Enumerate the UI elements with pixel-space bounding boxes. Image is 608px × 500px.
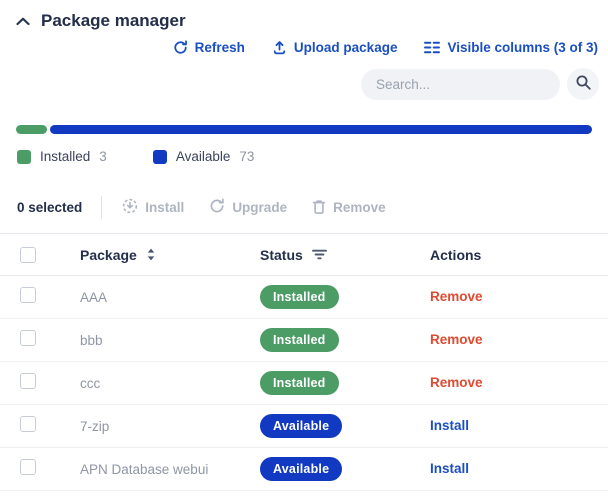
install-action-link[interactable]: Install [430, 418, 469, 433]
refresh-button[interactable]: Refresh [173, 40, 245, 55]
package-manager-panel: Package manager Refresh Upload package [0, 0, 608, 491]
refresh-icon [173, 40, 188, 55]
panel-header: Package manager [0, 0, 608, 31]
row-checkbox[interactable] [20, 373, 36, 389]
remove-action-link[interactable]: Remove [430, 332, 483, 347]
install-action-link[interactable]: Install [430, 461, 469, 476]
package-name: APN Database webui [80, 462, 260, 477]
columns-icon [424, 41, 440, 54]
column-header-package[interactable]: Package [80, 247, 260, 263]
search-field [361, 69, 560, 100]
toolbar: Refresh Upload package Visible columns (… [0, 31, 608, 55]
package-summary-bar [16, 125, 592, 134]
visible-columns-label: Visible columns (3 of 3) [447, 40, 598, 55]
bulk-remove-label: Remove [333, 200, 386, 215]
status-badge: Available [260, 414, 342, 438]
legend-label: Installed [40, 149, 90, 164]
bulk-upgrade-label: Upgrade [232, 200, 287, 215]
status-badge: Installed [260, 285, 339, 309]
table-row: bbb Installed Remove [0, 319, 608, 362]
legend-item-installed: Installed 3 [17, 149, 107, 164]
table-row: AAA Installed Remove [0, 276, 608, 319]
table-header-row: Package Status Actions [0, 233, 608, 276]
upload-package-button[interactable]: Upload package [272, 40, 398, 55]
page-title: Package manager [41, 11, 186, 31]
remove-action-link[interactable]: Remove [430, 289, 483, 304]
column-header-actions: Actions [430, 247, 592, 263]
available-count: 73 [239, 149, 254, 164]
installed-swatch [17, 150, 31, 164]
status-badge: Available [260, 457, 342, 481]
upload-icon [272, 40, 287, 55]
table-row: ccc Installed Remove [0, 362, 608, 405]
row-checkbox[interactable] [20, 287, 36, 303]
trash-icon [312, 199, 326, 217]
package-name: AAA [80, 290, 260, 305]
search-icon [575, 74, 592, 94]
package-name: ccc [80, 376, 260, 391]
upload-package-label: Upload package [294, 40, 398, 55]
select-all-checkbox[interactable] [20, 247, 36, 263]
search-button[interactable] [567, 68, 599, 100]
bulk-actions-bar: 0 selected Install Upgrade [17, 196, 592, 219]
upgrade-icon [209, 198, 225, 217]
package-name: bbb [80, 333, 260, 348]
search-input[interactable] [376, 77, 545, 92]
sort-icon[interactable] [146, 248, 156, 261]
status-badge: Installed [260, 371, 339, 395]
row-checkbox[interactable] [20, 459, 36, 475]
package-table: Package Status Actions [0, 233, 608, 491]
available-bar-segment [50, 125, 592, 134]
available-swatch [153, 150, 167, 164]
bulk-upgrade-button[interactable]: Upgrade [209, 198, 287, 217]
table-row: 7-zip Available Install [0, 405, 608, 448]
summary-legend: Installed 3 Available 73 [17, 149, 592, 164]
actions-column-label: Actions [430, 247, 481, 263]
search-row [0, 55, 608, 100]
visible-columns-button[interactable]: Visible columns (3 of 3) [424, 40, 598, 55]
package-name: 7-zip [80, 419, 260, 434]
package-column-label: Package [80, 247, 137, 263]
refresh-label: Refresh [195, 40, 245, 55]
bulk-install-label: Install [145, 200, 184, 215]
status-column-label: Status [260, 247, 303, 263]
collapse-chevron-up-icon[interactable] [16, 17, 30, 26]
status-badge: Installed [260, 328, 339, 352]
install-circle-icon [122, 198, 138, 217]
bulk-install-button[interactable]: Install [122, 198, 184, 217]
remove-action-link[interactable]: Remove [430, 375, 483, 390]
row-checkbox[interactable] [20, 330, 36, 346]
bulk-remove-button[interactable]: Remove [312, 199, 386, 217]
legend-label: Available [176, 149, 231, 164]
divider [101, 196, 102, 219]
column-header-status[interactable]: Status [260, 247, 430, 263]
installed-count: 3 [99, 149, 107, 164]
table-row: APN Database webui Available Install [0, 448, 608, 491]
legend-item-available: Available 73 [153, 149, 255, 164]
installed-bar-segment [16, 125, 47, 134]
row-checkbox[interactable] [20, 416, 36, 432]
filter-icon[interactable] [312, 249, 327, 260]
selected-count-text: 0 selected [17, 200, 82, 215]
